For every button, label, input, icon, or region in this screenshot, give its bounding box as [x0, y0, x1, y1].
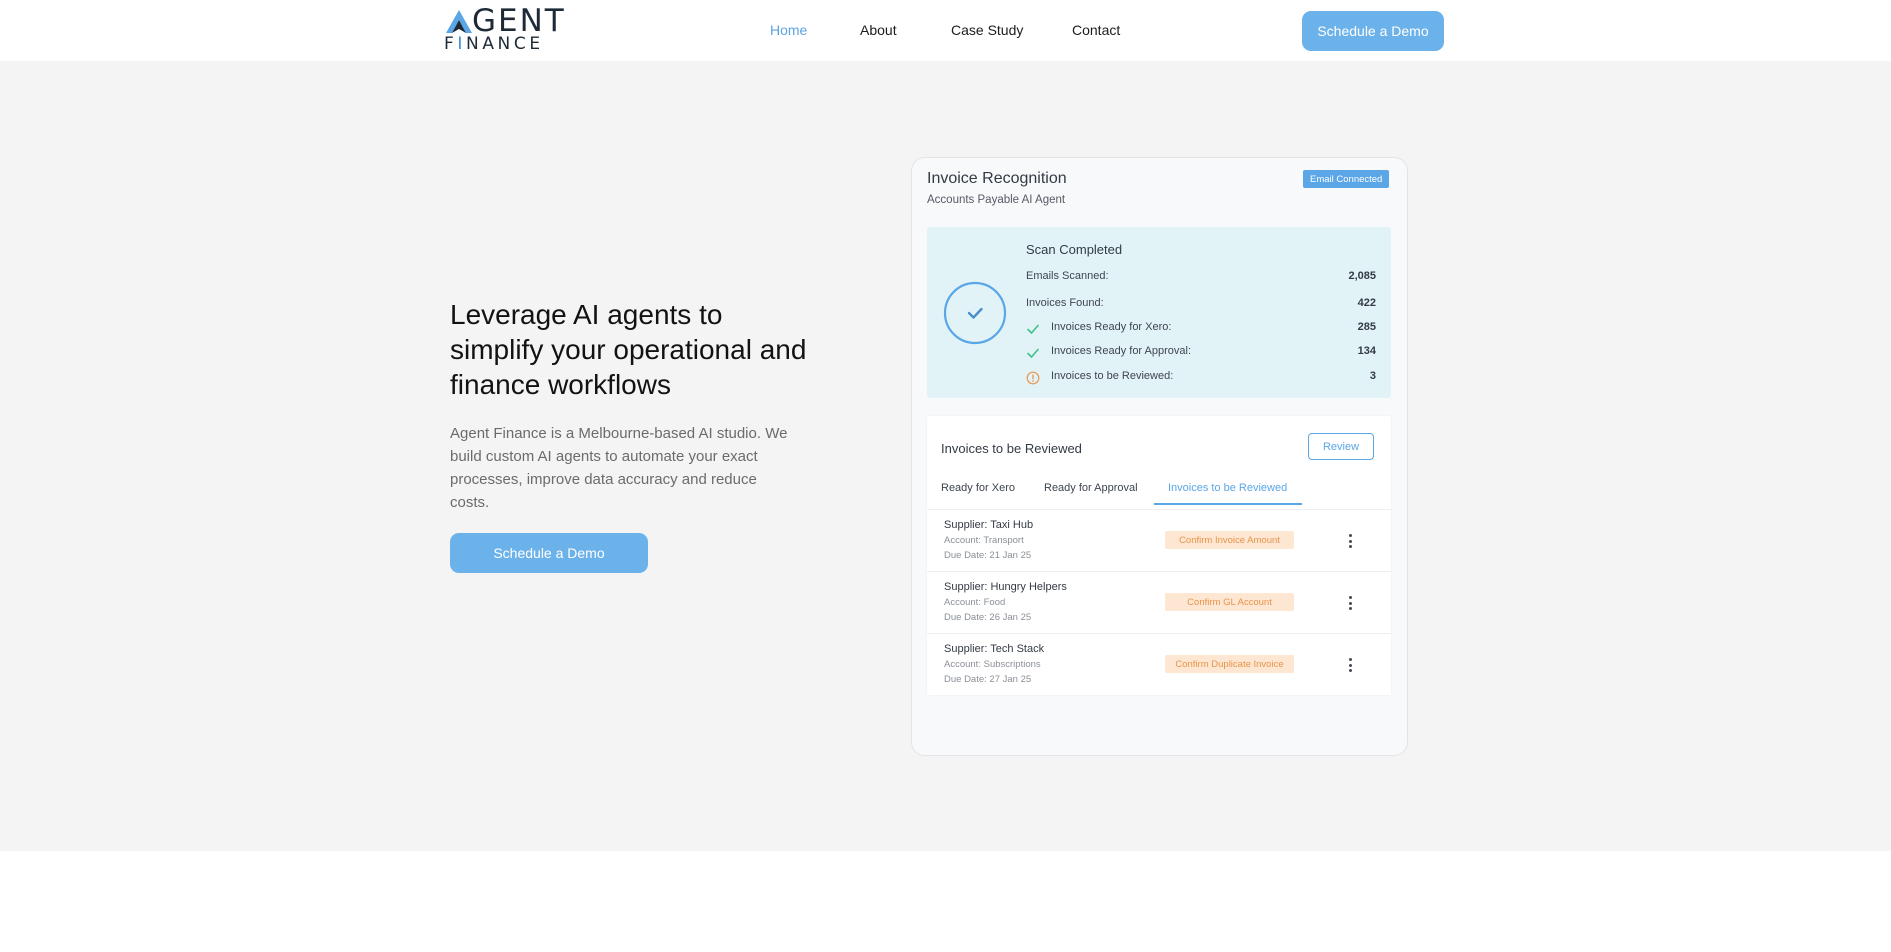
invoice-account: Account: Transport	[944, 535, 1024, 546]
scan-row-value: 134	[1357, 345, 1376, 357]
scan-row-label: Invoices Found:	[1026, 297, 1104, 309]
invoice-due-date: Due Date: 26 Jan 25	[944, 612, 1032, 623]
warning-icon	[1026, 371, 1040, 385]
schedule-demo-header-button[interactable]: Schedule a Demo	[1302, 11, 1444, 51]
invoice-tabs: Ready for Xero Ready for Approval Invoic…	[927, 474, 1391, 505]
scan-row-value: 422	[1357, 297, 1376, 309]
card-title: Invoice Recognition	[927, 170, 1067, 187]
tab-ready-for-approval[interactable]: Ready for Approval	[1044, 482, 1138, 494]
invoice-account: Account: Food	[944, 597, 1006, 608]
invoice-supplier: Supplier: Taxi Hub	[944, 519, 1034, 531]
invoice-supplier: Supplier: Tech Stack	[944, 643, 1045, 655]
logo-wordmark-top: GENT	[472, 3, 566, 39]
nav-about-link[interactable]: About	[860, 22, 897, 38]
nav-case-study-link[interactable]: Case Study	[951, 22, 1023, 38]
logo-top-line: GENT	[444, 3, 566, 39]
review-panel-title: Invoices to be Reviewed	[941, 441, 1082, 456]
scan-row-invoices-found: Invoices Found: 422	[1026, 297, 1376, 313]
agent-finance-logo[interactable]: GENT FINANCE	[444, 3, 576, 54]
nav-contact-link[interactable]: Contact	[1072, 22, 1120, 38]
scan-title: Scan Completed	[1026, 242, 1123, 257]
scan-row-ready-approval: Invoices Ready for Approval: 134	[1026, 345, 1376, 361]
tab-ready-for-xero[interactable]: Ready for Xero	[941, 482, 1015, 494]
hero-title: Leverage AI agents to simplify your oper…	[450, 299, 807, 400]
scan-row-to-review: Invoices to be Reviewed: 3	[1026, 370, 1376, 386]
more-options-icon[interactable]	[1340, 531, 1360, 551]
invoice-supplier: Supplier: Hungry Helpers	[944, 581, 1067, 593]
invoice-due-date: Due Date: 27 Jan 25	[944, 674, 1032, 685]
invoice-action-badge[interactable]: Confirm Invoice Amount	[1165, 531, 1294, 549]
review-button[interactable]: Review	[1308, 433, 1374, 460]
scan-summary-panel: Scan Completed Emails Scanned: 2,085 Inv…	[927, 227, 1391, 398]
scan-row-label: Invoices to be Reviewed:	[1051, 370, 1174, 382]
card-subtitle: Accounts Payable AI Agent	[927, 194, 1066, 206]
invoice-action-badge[interactable]: Confirm Duplicate Invoice	[1165, 655, 1294, 673]
more-options-icon[interactable]	[1340, 655, 1360, 675]
nav-home-link[interactable]: Home	[770, 22, 807, 38]
tab-invoices-to-be-reviewed[interactable]: Invoices to be Reviewed	[1168, 482, 1287, 494]
site-header: GENT FINANCE Home About Case Study Conta…	[0, 0, 1891, 61]
invoice-recognition-card: Invoice Recognition Accounts Payable AI …	[911, 157, 1408, 756]
logo-wordmark-nance: NANCE	[466, 34, 544, 54]
logo-wordmark-i: I	[457, 34, 467, 54]
invoice-row[interactable]: Supplier: Hungry Helpers Account: Food D…	[927, 571, 1391, 633]
scan-row-label: Invoices Ready for Approval:	[1051, 345, 1192, 357]
scan-row-ready-xero: Invoices Ready for Xero: 285	[1026, 321, 1376, 337]
check-icon	[1027, 348, 1039, 358]
scan-row-emails: Emails Scanned: 2,085	[1026, 270, 1376, 286]
scan-row-label: Invoices Ready for Xero:	[1051, 321, 1172, 333]
active-tab-underline	[1154, 503, 1302, 505]
logo-a-icon	[446, 10, 472, 33]
email-connected-badge: Email Connected	[1303, 170, 1390, 188]
scan-row-label: Emails Scanned:	[1026, 270, 1109, 282]
hero-section: Leverage AI agents to simplify your oper…	[0, 61, 1891, 851]
scan-row-value: 2,085	[1348, 270, 1376, 282]
hero-description: Agent Finance is a Melbourne-based AI st…	[450, 425, 788, 511]
invoice-row[interactable]: Supplier: Taxi Hub Account: Transport Du…	[927, 509, 1391, 571]
scan-row-value: 3	[1369, 370, 1376, 382]
scan-complete-check-icon	[943, 281, 1007, 345]
invoice-account: Account: Subscriptions	[944, 659, 1041, 670]
invoices-review-panel: Invoices to be Reviewed Review Ready for…	[927, 416, 1391, 695]
logo-wordmark-f: F	[444, 34, 458, 54]
schedule-demo-hero-button[interactable]: Schedule a Demo	[450, 533, 648, 573]
more-options-icon[interactable]	[1340, 593, 1360, 613]
logo-wordmark-bottom: FINANCE	[444, 35, 544, 53]
invoice-row[interactable]: Supplier: Tech Stack Account: Subscripti…	[927, 633, 1391, 695]
invoice-action-badge[interactable]: Confirm GL Account	[1165, 593, 1294, 611]
scan-row-value: 285	[1357, 321, 1376, 333]
check-icon	[1027, 324, 1039, 334]
invoice-due-date: Due Date: 21 Jan 25	[944, 550, 1032, 561]
